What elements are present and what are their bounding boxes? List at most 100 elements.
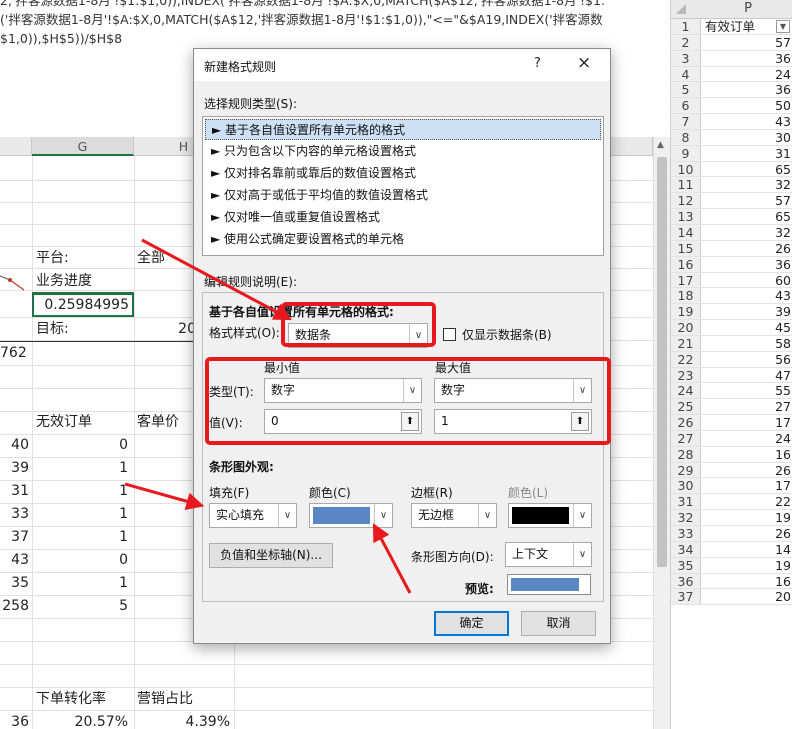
cell-bottom-h[interactable]: 4.39% (134, 711, 230, 729)
p-cell[interactable]: 36 (702, 257, 791, 272)
row-number[interactable]: 17 (671, 272, 701, 287)
p-cell[interactable]: 32 (702, 177, 791, 192)
cell-g-value[interactable]: 1 (32, 503, 128, 525)
cell-g-value[interactable]: 0 (32, 549, 128, 571)
row-number[interactable]: 18 (671, 288, 701, 303)
p-cell[interactable]: 22 (702, 494, 791, 509)
cell-conversion-label[interactable]: 下单转化率 (36, 688, 106, 710)
cell-unit-price-label[interactable]: 客单价 (137, 411, 179, 433)
row-number[interactable]: 28 (671, 446, 701, 462)
p-cell[interactable]: 19 (702, 510, 791, 525)
row-number[interactable]: 32 (671, 510, 701, 525)
cell-g-value[interactable]: 1 (32, 572, 128, 594)
cell-g-value[interactable]: 5 (32, 595, 128, 617)
row-number[interactable]: 8 (671, 129, 701, 145)
row-number[interactable]: 13 (671, 209, 701, 224)
row-number[interactable]: 1 (671, 19, 701, 34)
row-number[interactable]: 12 (671, 193, 701, 208)
p-cell[interactable]: 43 (702, 288, 791, 303)
row-number[interactable]: 33 (671, 526, 701, 541)
cell-left-value[interactable]: 37 (0, 526, 29, 548)
row-number[interactable]: 27 (671, 430, 701, 446)
p-cell[interactable]: 17 (702, 415, 791, 430)
row-number[interactable]: 3 (671, 50, 701, 66)
cell-marketing-label[interactable]: 营销占比 (137, 688, 193, 710)
column-header-f[interactable] (0, 137, 32, 156)
border-color-picker[interactable]: ∨ (508, 503, 592, 528)
row-number[interactable]: 22 (671, 351, 701, 367)
p-cell[interactable]: 16 (702, 447, 791, 462)
p-cell[interactable]: 55 (702, 383, 791, 398)
row-number[interactable]: 16 (671, 256, 701, 272)
p-cell[interactable]: 17 (702, 478, 791, 493)
scroll-up-icon[interactable]: ▲ (657, 140, 664, 150)
row-number[interactable]: 7 (671, 114, 701, 129)
p-cell[interactable]: 39 (702, 304, 791, 319)
cell-target-value[interactable]: 20 (134, 318, 196, 340)
column-header-g[interactable]: G (32, 137, 134, 156)
cell-left-value[interactable]: 43 (0, 549, 29, 571)
rule-type-item[interactable]: ► 使用公式确定要设置格式的单元格 (205, 229, 601, 250)
cell-left-value[interactable]: 39 (0, 457, 29, 479)
cell-left-value[interactable]: 33 (0, 503, 29, 525)
p-cell[interactable]: 14 (702, 542, 791, 557)
p-cell[interactable]: 60 (702, 273, 791, 288)
row-number[interactable]: 14 (671, 224, 701, 240)
p-header-cell[interactable]: 有效订单 (705, 19, 755, 34)
p-cell[interactable]: 50 (702, 98, 791, 113)
row-number[interactable]: 34 (671, 541, 701, 557)
negative-axis-button[interactable]: 负值和坐标轴(N)... (209, 543, 333, 568)
row-number[interactable]: 30 (671, 478, 701, 493)
p-cell[interactable]: 30 (702, 130, 791, 145)
p-cell[interactable]: 36 (702, 51, 791, 66)
row-number[interactable]: 20 (671, 320, 701, 335)
p-cell[interactable]: 27 (702, 399, 791, 414)
row-number[interactable]: 9 (671, 145, 701, 161)
help-button[interactable]: ? (534, 56, 541, 71)
row-number[interactable]: 19 (671, 304, 701, 319)
p-cell[interactable]: 57 (702, 35, 791, 50)
cell-bottom-left[interactable]: 36 (0, 711, 29, 729)
p-cell[interactable]: 24 (702, 431, 791, 446)
cell-platform-label[interactable]: 平台: (36, 247, 69, 269)
p-cell[interactable]: 16 (702, 574, 791, 589)
column-p-header[interactable]: P (671, 0, 792, 19)
p-cell[interactable]: 65 (702, 209, 791, 224)
p-cell[interactable]: 32 (702, 225, 791, 240)
ok-button[interactable]: 确定 (434, 611, 509, 636)
row-number[interactable]: 24 (671, 383, 701, 398)
cell-target-label[interactable]: 目标: (36, 318, 69, 340)
bar-direction-select[interactable]: 上下文 ∨ (505, 542, 592, 567)
cell-g-value[interactable]: 1 (32, 480, 128, 502)
p-cell[interactable]: 24 (702, 67, 791, 82)
border-select[interactable]: 无边框 ∨ (411, 503, 497, 528)
p-cell[interactable]: 20 (702, 589, 791, 604)
show-bar-only-checkbox[interactable] (443, 328, 456, 341)
select-all-corner-icon[interactable] (676, 4, 686, 14)
p-cell[interactable]: 26 (702, 241, 791, 256)
row-number[interactable]: 35 (671, 557, 701, 573)
row-number[interactable]: 6 (671, 98, 701, 113)
cell-progress-value[interactable]: 0.25984995 (32, 293, 134, 317)
cell-g-value[interactable]: 0 (32, 434, 128, 456)
row-number[interactable]: 15 (671, 240, 701, 256)
p-cell[interactable]: 56 (702, 352, 791, 367)
p-cell[interactable]: 43 (702, 114, 791, 129)
p-cell[interactable]: 45 (702, 320, 791, 335)
row-number[interactable]: 29 (671, 462, 701, 478)
vertical-scrollbar[interactable]: ▲ (653, 137, 670, 729)
row-number[interactable]: 36 (671, 573, 701, 588)
cell-762[interactable]: 762 (0, 342, 27, 364)
cell-platform-value[interactable]: 全部 (137, 247, 165, 269)
rule-type-item[interactable]: ► 仅对排名靠前或靠后的数值设置格式 (205, 163, 601, 184)
row-number[interactable]: 26 (671, 415, 701, 430)
cell-left-value[interactable]: 31 (0, 480, 29, 502)
row-number[interactable]: 25 (671, 399, 701, 414)
p-cell[interactable]: 57 (702, 193, 791, 208)
p-cell[interactable]: 19 (702, 558, 791, 573)
rule-type-item[interactable]: ► 只为包含以下内容的单元格设置格式 (205, 141, 601, 162)
row-number[interactable]: 10 (671, 161, 701, 177)
row-number[interactable]: 2 (671, 34, 701, 50)
dialog-titlebar[interactable]: 新建格式规则 ? × (194, 49, 610, 81)
fill-select[interactable]: 实心填充 ∨ (209, 503, 297, 528)
